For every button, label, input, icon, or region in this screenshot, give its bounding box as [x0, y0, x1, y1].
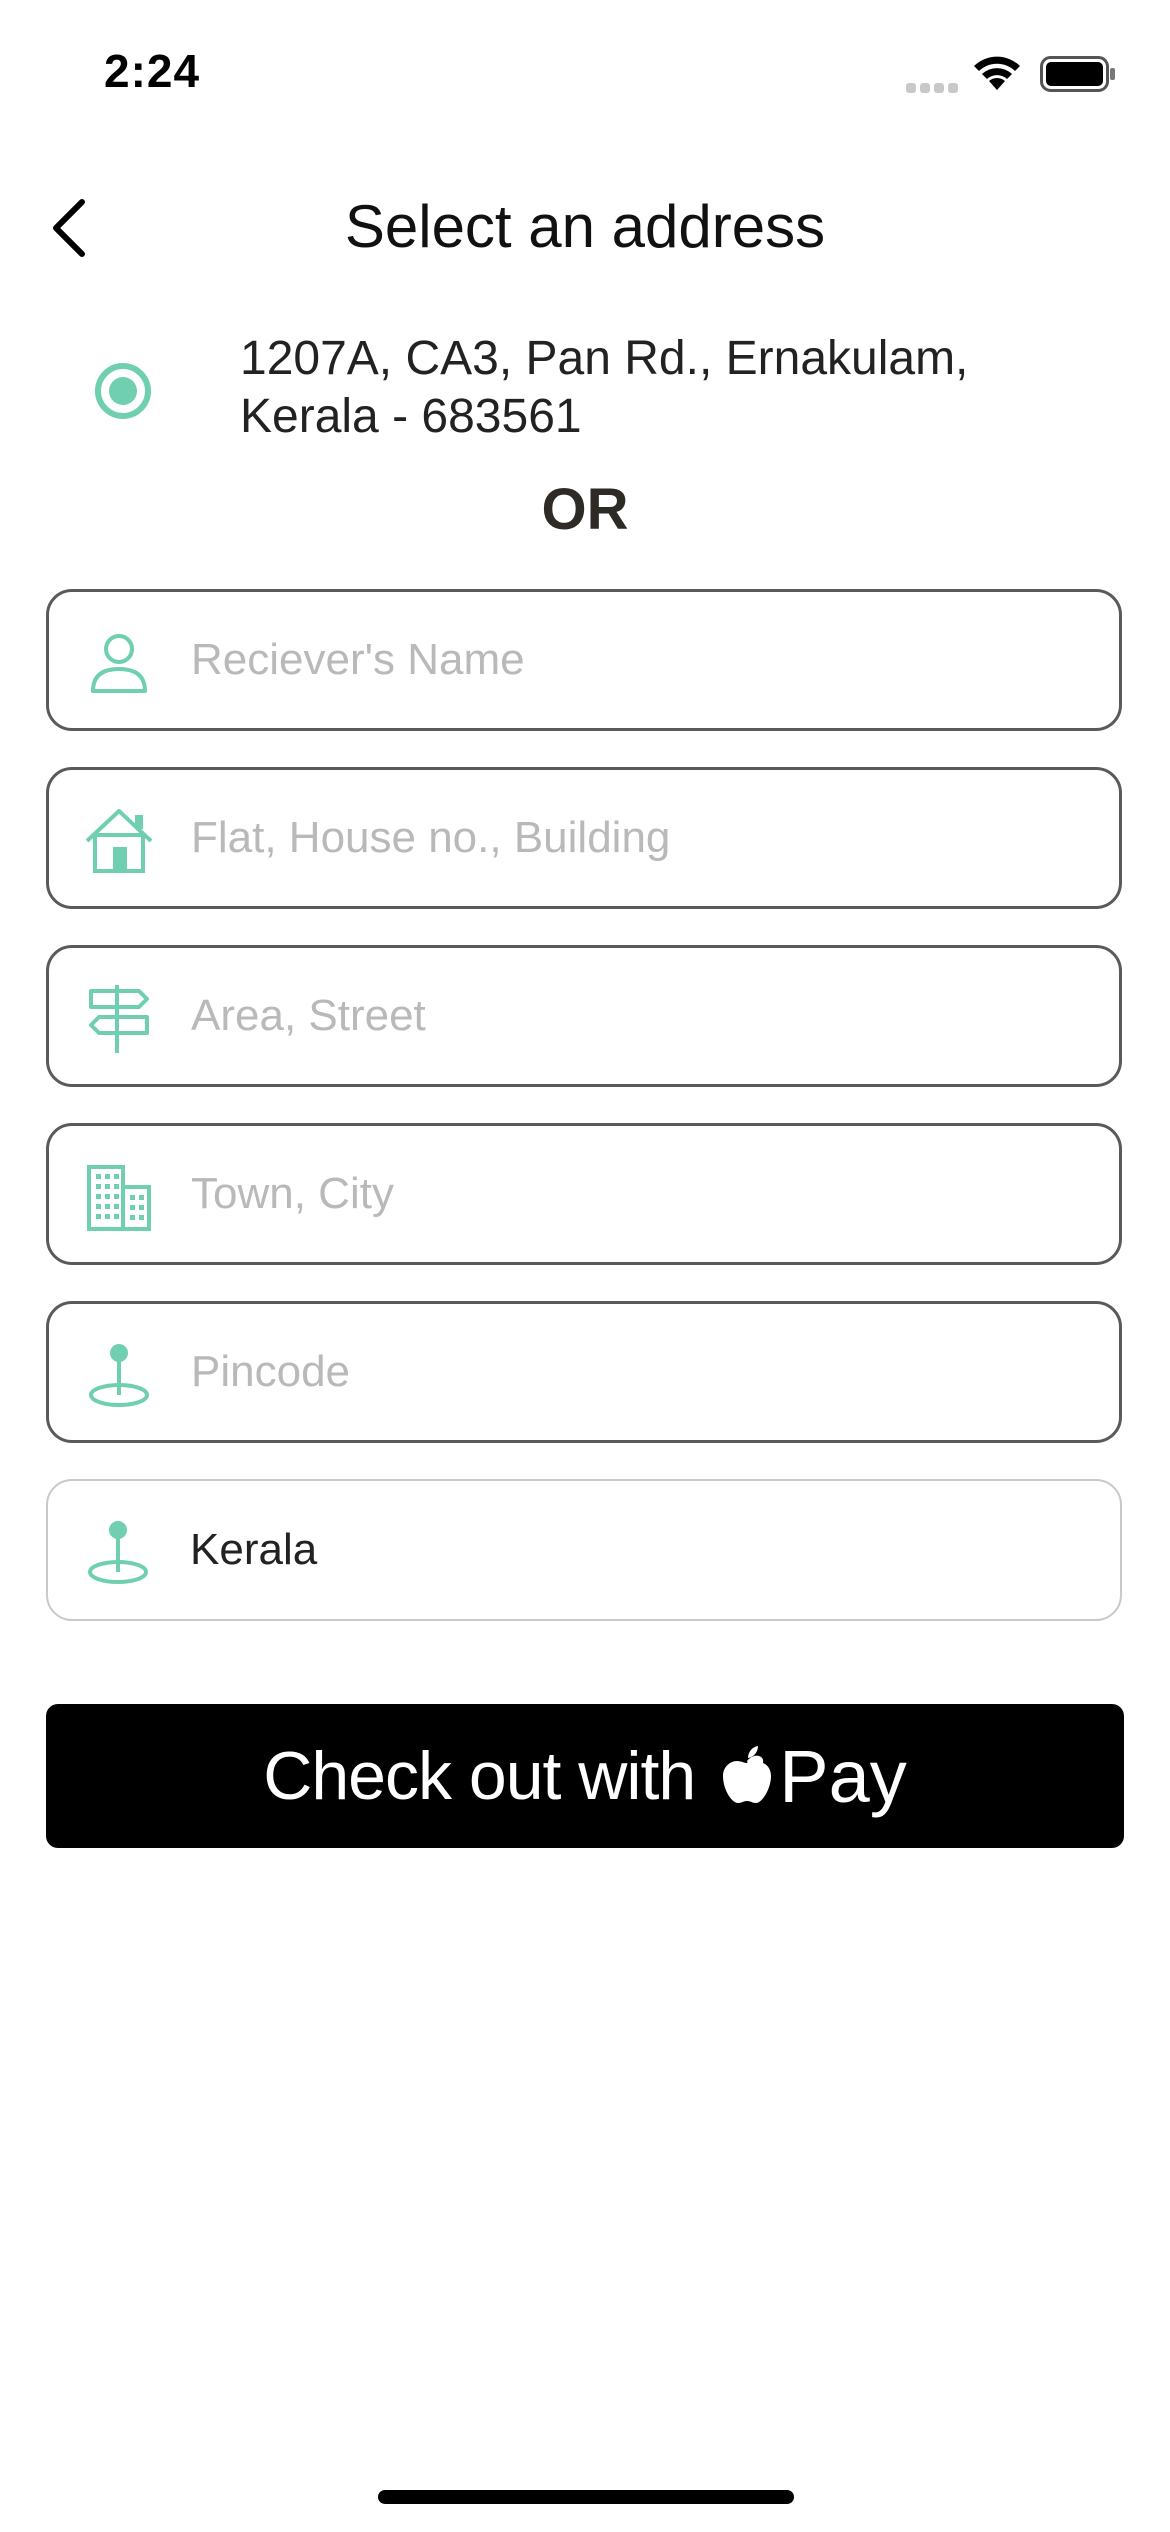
- status-time: 2:24: [104, 45, 201, 97]
- state-field[interactable]: [46, 1479, 1122, 1621]
- pincode-field[interactable]: [46, 1301, 1122, 1443]
- apple-pay-checkout-button[interactable]: Check out with Pay: [46, 1704, 1124, 1848]
- saved-address-option[interactable]: 1207A, CA3, Pan Rd., Ernakulam, Kerala -…: [40, 330, 1130, 460]
- pay-brand-text: Pay: [779, 1734, 907, 1818]
- battery-icon: [1040, 56, 1115, 92]
- wifi-icon: [974, 56, 1020, 90]
- address-line-1: 1207A, CA3, Pan Rd., Ernakulam,: [240, 332, 969, 385]
- signpost-icon: [89, 985, 149, 1053]
- address-line-2: Kerala - 683561: [240, 390, 582, 443]
- person-icon: [91, 634, 147, 693]
- home-indicator[interactable]: [378, 2490, 794, 2504]
- city-buildings-icon: [87, 1165, 151, 1231]
- area-street-field[interactable]: [46, 945, 1122, 1087]
- town-city-field[interactable]: [46, 1123, 1122, 1265]
- receiver-name-input[interactable]: [191, 592, 1091, 728]
- or-divider-label: OR: [541, 477, 629, 542]
- pincode-input[interactable]: [191, 1304, 1091, 1440]
- map-pin-icon: [88, 1521, 148, 1584]
- flat-house-field[interactable]: [46, 767, 1122, 909]
- radio-selected-icon[interactable]: [92, 360, 154, 422]
- navigation-header: Select an address: [0, 170, 1170, 280]
- flat-house-input[interactable]: [191, 770, 1091, 906]
- house-icon: [85, 809, 153, 873]
- receiver-name-field[interactable]: [46, 589, 1122, 731]
- map-pin-icon: [89, 1344, 149, 1407]
- apple-logo-icon: [723, 1746, 772, 1803]
- status-bar: 2:24: [0, 0, 1170, 140]
- area-street-input[interactable]: [191, 948, 1091, 1084]
- saved-address-text: 1207A, CA3, Pan Rd., Ernakulam, Kerala -…: [240, 330, 1100, 446]
- town-city-input[interactable]: [191, 1126, 1091, 1262]
- pay-button-label: Check out with: [263, 1738, 696, 1814]
- state-input[interactable]: [190, 1481, 1090, 1619]
- cellular-signal-icon: [906, 83, 958, 93]
- page-title: Select an address: [344, 193, 826, 260]
